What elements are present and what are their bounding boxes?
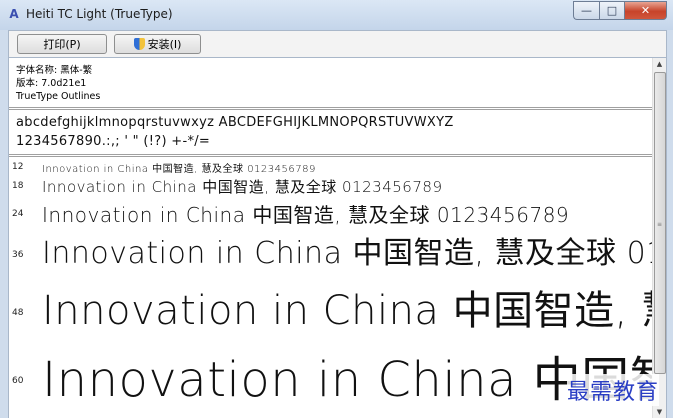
sample-size-label: 36 [12,250,24,260]
scroll-up-icon[interactable]: ▲ [653,58,666,71]
sample-text: Innovation in China 中国智造, 慧及全球 012345678… [42,236,666,271]
sample-size-label: 12 [12,162,24,172]
watermark-logo: 最需教育 [566,374,659,406]
charset-letters: abcdefghijklmnopqrstuvwxyz ABCDEFGHIJKLM… [16,115,454,130]
vertical-scrollbar[interactable]: ▲ ≡ ▼ [652,58,666,418]
install-button[interactable]: 安装(I) [114,34,201,54]
window-controls: — □ ✕ [573,1,667,20]
minimize-button[interactable]: — [573,1,599,20]
divider [9,109,652,110]
font-app-icon: A [9,7,19,21]
charset-digits: 1234567890.:,; ' " (!?) +-*/= [16,134,211,149]
window-title: Heiti TC Light (TrueType) [26,7,173,21]
sample-size-label: 18 [12,181,24,191]
divider [9,107,652,108]
sample-size-label: 48 [12,308,24,318]
divider [9,154,652,155]
sample-text: Innovation in China 中国智造, 慧及全球 012345678… [42,178,443,196]
install-button-label: 安装(I) [147,38,182,51]
title-bar[interactable]: A Heiti TC Light (TrueType) — □ ✕ [0,0,673,30]
scrollbar-thumb[interactable]: ≡ [654,72,666,374]
close-button[interactable]: ✕ [624,1,667,20]
print-button[interactable]: 打印(P) [17,34,107,54]
font-info: 字体名称: 黑体-繁 版本: 7.0d21e1 TrueType Outline… [16,64,100,103]
font-name: 字体名称: 黑体-繁 [16,65,93,76]
sample-size-label: 24 [12,209,24,219]
sample-size-label: 60 [12,376,24,386]
scroll-down-icon[interactable]: ▼ [653,406,666,418]
font-type: TrueType Outlines [16,91,101,102]
sample-text: Innovation in China 中国智造, 慧及全球 012345678… [42,203,570,227]
maximize-button[interactable]: □ [599,1,624,20]
font-version: 版本: 7.0d21e1 [16,78,87,89]
uac-shield-icon [133,38,145,50]
toolbar: 打印(P) 安装(I) [8,30,667,58]
divider [9,156,652,157]
sample-text: Innovation in China 中国智造, 慧及全球 012345678… [42,164,316,175]
sample-text: Innovation in China 中国智造, 慧及全球 012345678… [42,288,666,334]
font-viewer-window: A Heiti TC Light (TrueType) — □ ✕ 打印(P) … [0,0,673,418]
grip-icon: ≡ [657,221,663,228]
font-preview-pane[interactable]: 字体名称: 黑体-繁 版本: 7.0d21e1 TrueType Outline… [8,57,667,418]
